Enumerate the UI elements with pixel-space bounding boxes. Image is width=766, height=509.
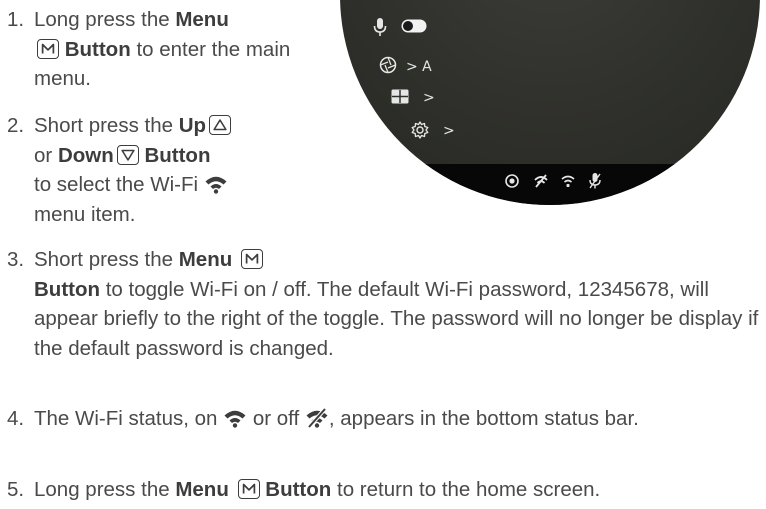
step-number: 2. xyxy=(7,114,25,137)
wifi-icon xyxy=(205,176,227,194)
wifi-icon xyxy=(561,175,575,188)
animal-silhouette xyxy=(520,0,600,5)
aperture-value: > A xyxy=(406,59,432,75)
step-number: 4. xyxy=(7,407,25,430)
grid-layout-icon[interactable] xyxy=(391,89,409,104)
menu-button-icon xyxy=(37,38,59,59)
record-icon xyxy=(505,174,519,188)
up-button-icon xyxy=(209,115,232,135)
status-bar xyxy=(340,164,760,205)
wifi-off-icon xyxy=(306,408,328,428)
microphone-icon xyxy=(373,18,387,36)
menu-button-icon xyxy=(240,249,263,269)
settings-gear-icon[interactable] xyxy=(411,121,429,139)
toggle-switch[interactable] xyxy=(401,19,427,33)
step-text: Short press the Up or Down Button to sel… xyxy=(34,111,324,229)
step-text: Long press the Menu Button to enter the … xyxy=(34,8,291,90)
settings-value: > xyxy=(443,123,455,139)
step-number: 1. xyxy=(7,8,25,31)
menu-button-icon xyxy=(237,479,260,499)
wifi-off-icon xyxy=(534,174,548,188)
step-text: Long press the Menu Button to return to … xyxy=(34,478,601,501)
layout-value: > xyxy=(423,90,435,106)
aperture-icon[interactable] xyxy=(379,56,397,74)
step-text: The Wi-Fi status, on or off , appears in… xyxy=(34,407,639,430)
wifi-icon xyxy=(224,410,246,428)
device-screen: > A > > xyxy=(340,0,760,205)
step-number: 3. xyxy=(7,248,25,271)
step-number: 5. xyxy=(7,478,25,501)
down-button-icon xyxy=(116,144,139,165)
step-text: Short press the Menu Button to toggle Wi… xyxy=(34,248,759,360)
mic-off-icon xyxy=(589,173,601,189)
